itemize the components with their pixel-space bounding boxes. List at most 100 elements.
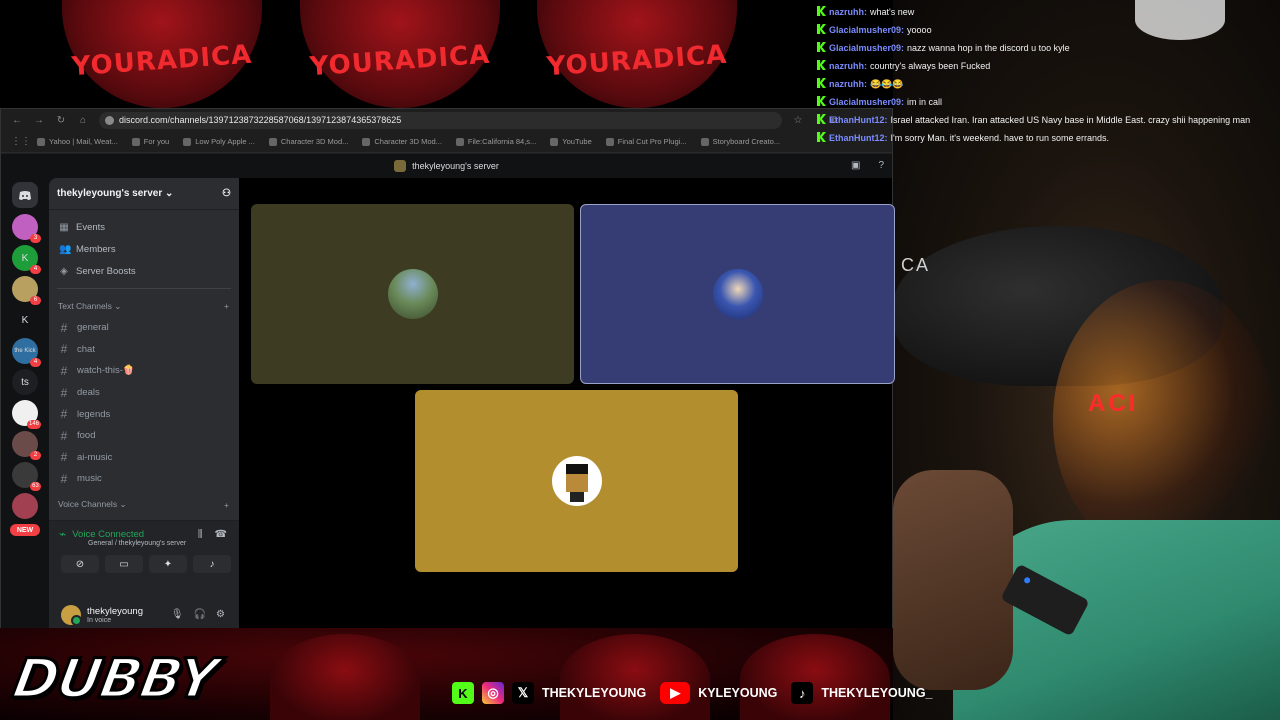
new-badge[interactable]: NEW <box>10 524 40 536</box>
home-icon[interactable]: ⌂ <box>77 115 89 126</box>
chat-username[interactable]: EthanHunt12: <box>829 114 888 127</box>
chat-username[interactable]: nazruhh: <box>829 75 867 93</box>
noise-suppression-icon[interactable]: ⫼ <box>198 529 203 540</box>
invite-people-icon[interactable]: ⚇ <box>222 188 231 199</box>
channel-name: chat <box>77 343 95 355</box>
bookmark-item[interactable]: Low Poly Apple ... <box>183 137 255 146</box>
forward-icon[interactable]: → <box>33 115 45 126</box>
server-icon[interactable]: 146 <box>12 400 41 429</box>
channel-legends[interactable]: # legends <box>49 403 239 425</box>
channel-name: deals <box>77 387 100 399</box>
bookmark-item[interactable]: Character 3D Mod... <box>362 137 442 146</box>
server-icon[interactable]: 6 <box>12 276 41 305</box>
webcam-lights <box>1053 280 1273 560</box>
participant-tile[interactable] <box>580 204 895 384</box>
channel-watch-this-[interactable]: # watch-this-🍿 <box>49 360 239 382</box>
background-hat: YOURADICA <box>537 0 737 108</box>
channel-music[interactable]: # music <box>49 468 239 490</box>
channel-chat[interactable]: # chat <box>49 339 239 361</box>
voice-signal-icon[interactable]: ⌁ <box>59 527 66 541</box>
x-icon[interactable]: 𝕏 <box>512 682 534 704</box>
camera-off-button[interactable]: ⊘ <box>61 555 99 573</box>
chat-username[interactable]: nazruhh: <box>829 3 867 21</box>
participant-tile[interactable] <box>251 204 574 384</box>
chat-username[interactable]: Glacialmusher09: <box>829 39 904 57</box>
site-info-icon[interactable] <box>105 115 114 125</box>
server-icon[interactable] <box>12 493 38 519</box>
chat-username[interactable]: nazruhh: <box>829 57 867 75</box>
address-bar[interactable]: discord.com/channels/1397123873228587068… <box>99 111 782 129</box>
server-icon[interactable]: the Kick 4 <box>12 338 41 367</box>
chat-username[interactable]: EthanHunt12: <box>829 129 888 147</box>
headphones-icon[interactable]: 🎧 <box>194 609 206 620</box>
nav-members[interactable]: 👥 Members <box>49 238 239 260</box>
bookmark-label: YouTube <box>562 137 592 146</box>
bookmark-item[interactable]: File:California 84,s... <box>455 137 536 146</box>
add-channel-icon[interactable]: + <box>224 301 229 311</box>
bookmark-item[interactable]: Character 3D Mod... <box>268 137 348 146</box>
add-channel-icon[interactable]: + <box>224 500 229 510</box>
bookmark-item[interactable]: YouTube <box>550 137 592 146</box>
chat-message: EthanHunt12: Israel attacked Iran. Iran a… <box>817 111 1280 129</box>
microphone-icon[interactable]: 🎙 <box>171 609 184 620</box>
nav-events[interactable]: ▦ Events <box>49 216 239 238</box>
notification-badge: 4 <box>30 265 41 274</box>
server-icon[interactable]: K4 <box>12 245 41 274</box>
avatar[interactable] <box>61 605 82 626</box>
apps-grid-icon[interactable]: ⋮⋮ <box>11 136 31 147</box>
server-name: thekyleyoung's server <box>57 188 163 199</box>
bookmark-favicon-icon <box>131 137 140 146</box>
help-icon[interactable]: ? <box>878 160 884 171</box>
back-icon[interactable]: ← <box>11 115 23 126</box>
bookmark-label: For you <box>143 137 170 146</box>
social-handle[interactable]: THEKYLEYOUNG <box>542 686 646 700</box>
discord-logo-icon <box>19 190 31 200</box>
webcam-hand <box>893 470 1013 690</box>
bookmark-item[interactable]: Final Cut Pro Plugi... <box>605 137 687 146</box>
server-list: 3 K 4 6 Kthe Kick 4 ts 146 2 63 NEW <box>10 214 41 536</box>
server-icon[interactable]: 2 <box>12 431 41 460</box>
chat-message: Glacialmusher09: im in call <box>817 93 1280 111</box>
hash-icon: # <box>60 471 68 486</box>
social-handle[interactable]: KYLEYOUNG <box>698 686 777 700</box>
disconnect-icon[interactable]: ☎ <box>215 529 227 540</box>
instagram-icon[interactable]: ◎ <box>482 682 504 704</box>
participant-avatar <box>551 456 602 506</box>
settings-gear-icon[interactable]: ⚙ <box>216 609 225 620</box>
voice-channels-category[interactable]: Voice Channels ⌄ + <box>49 494 239 516</box>
bookmark-item[interactable]: For you <box>131 137 170 146</box>
bookmark-item[interactable]: Yahoo | Mail, Weat... <box>37 137 118 146</box>
chat-username[interactable]: Glacialmusher09: <box>829 21 904 39</box>
nav-server-boosts[interactable]: ◈ Server Boosts <box>49 260 239 282</box>
screen-share-button[interactable]: ▭ <box>105 555 143 573</box>
activities-button[interactable]: ✦ <box>149 555 187 573</box>
channel-general[interactable]: # general <box>49 317 239 339</box>
youtube-icon[interactable]: ▶ <box>660 682 691 704</box>
voice-location[interactable]: General / thekyleyoung's server <box>49 540 239 547</box>
soundboard-button[interactable]: ♪ <box>193 555 231 573</box>
discord-home-button[interactable] <box>12 182 38 208</box>
tiktok-icon[interactable]: ♪ <box>791 682 814 704</box>
server-icon[interactable]: ts <box>12 369 38 395</box>
text-channels-category[interactable]: Text Channels ⌄ + <box>49 295 239 317</box>
channel-food[interactable]: # food <box>49 425 239 447</box>
reload-icon[interactable]: ↻ <box>55 115 67 126</box>
bookmark-item[interactable]: Storyboard Creato... <box>700 137 780 146</box>
inbox-icon[interactable]: ▣ <box>851 160 860 171</box>
server-icon[interactable]: 3 <box>12 214 41 243</box>
server-header[interactable]: thekyleyoung's server ⌄ ⚇ <box>49 178 239 210</box>
channel-deals[interactable]: # deals <box>49 382 239 404</box>
channel-ai-music[interactable]: # ai-music <box>49 447 239 469</box>
kick-icon[interactable]: K <box>452 682 474 704</box>
channel-name: legends <box>77 408 111 420</box>
bookmark-star-icon[interactable]: ☆ <box>792 115 804 126</box>
chat-text: what's new <box>870 7 915 17</box>
notification-badge: 4 <box>30 358 41 367</box>
notification-badge: 63 <box>30 482 41 491</box>
participant-tile[interactable] <box>415 390 738 572</box>
voice-status: Voice Connected <box>72 528 145 540</box>
chat-username[interactable]: Glacialmusher09: <box>829 93 904 111</box>
server-icon[interactable]: 63 <box>12 462 41 491</box>
social-handle[interactable]: THEKYLEYOUNG_ <box>821 686 932 700</box>
server-icon[interactable]: K <box>12 307 38 333</box>
